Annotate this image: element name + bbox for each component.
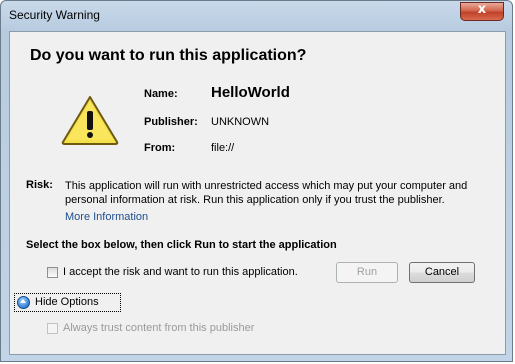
accept-risk-checkbox[interactable]: [47, 267, 58, 278]
cancel-button[interactable]: Cancel: [409, 262, 475, 283]
instruction-text: Select the box below, then click Run to …: [26, 239, 337, 251]
risk-description: This application will run with unrestric…: [65, 180, 468, 206]
window-title: Security Warning: [9, 8, 100, 22]
warning-triangle-icon: [61, 96, 119, 145]
publisher-value: UNKNOWN: [211, 116, 270, 128]
close-icon: x: [477, 2, 487, 17]
close-button[interactable]: x: [460, 2, 504, 21]
risk-label: Risk:: [26, 179, 53, 191]
dialog-body: Do you want to run this application? Nam…: [9, 31, 506, 355]
accept-risk-label[interactable]: I accept the risk and want to run this a…: [63, 266, 298, 278]
security-warning-window: Security Warning x Do you want to run th…: [0, 0, 513, 362]
dialog-heading: Do you want to run this application?: [30, 47, 307, 64]
from-value: file://: [211, 142, 235, 154]
always-trust-checkbox[interactable]: [47, 323, 58, 334]
more-information-link[interactable]: More Information: [65, 211, 148, 223]
from-label: From:: [144, 142, 176, 154]
hide-options-label: Hide Options: [35, 296, 99, 308]
name-label: Name:: [144, 88, 178, 100]
chevron-up-icon: [17, 296, 30, 309]
app-name-value: HelloWorld: [211, 84, 290, 101]
always-trust-label: Always trust content from this publisher: [63, 322, 255, 334]
title-bar[interactable]: Security Warning x: [1, 1, 512, 31]
run-button[interactable]: Run: [336, 262, 398, 283]
publisher-label: Publisher:: [144, 116, 198, 128]
hide-options-toggle[interactable]: Hide Options: [14, 293, 121, 312]
